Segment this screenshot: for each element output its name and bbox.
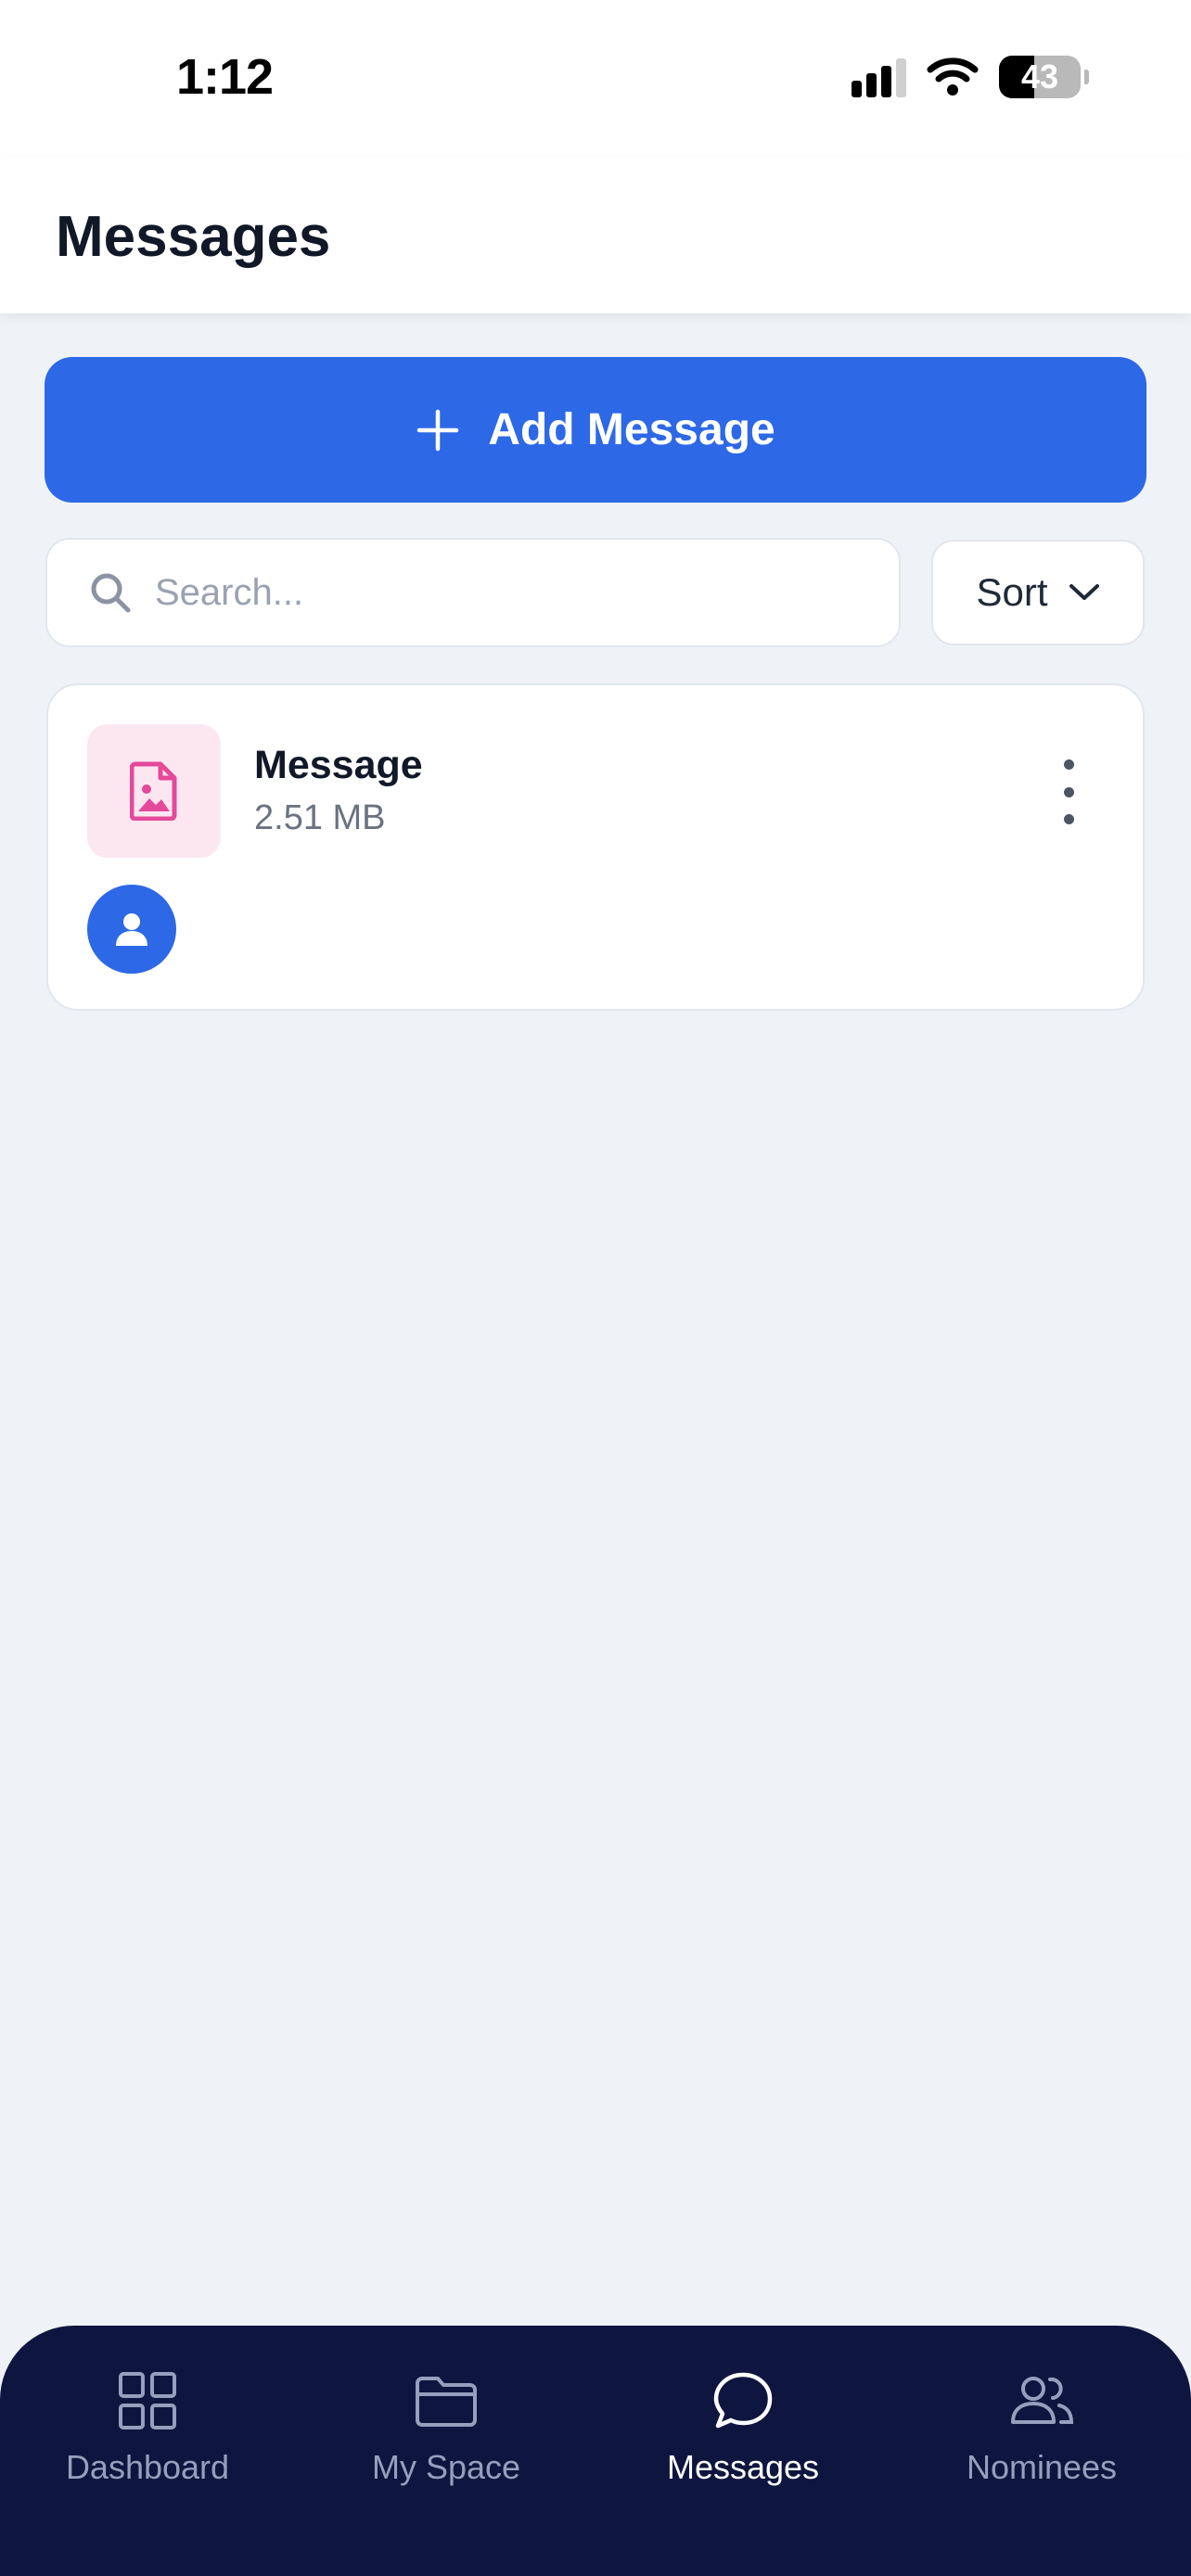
add-message-label: Add Message [488, 405, 775, 454]
add-message-button[interactable]: Add Message [45, 357, 1146, 503]
tab-nominees-label: Nominees [966, 2448, 1118, 2486]
chevron-down-icon [1069, 584, 1099, 600]
tab-messages[interactable]: Messages [613, 2370, 873, 2487]
status-bar: 1:12 43 [0, 0, 1191, 158]
status-icons: 43 [852, 56, 1089, 98]
file-tile [87, 724, 221, 858]
plus-icon [417, 409, 459, 451]
folder-icon [416, 2377, 477, 2427]
tab-my-space[interactable]: My Space [316, 2370, 576, 2487]
tab-dashboard-label: Dashboard [65, 2448, 230, 2486]
message-name: Message [254, 743, 423, 787]
image-file-icon [130, 761, 177, 821]
tab-my-space-label: My Space [371, 2448, 521, 2486]
chat-bubble-icon [713, 2372, 773, 2429]
message-card[interactable]: Message 2.51 MB [46, 683, 1145, 1011]
search-box[interactable] [45, 538, 901, 647]
wifi-icon [927, 57, 979, 96]
bottom-tab-bar: Dashboard My Space Messages Nominees [0, 2326, 1191, 2576]
user-icon [116, 913, 147, 946]
tab-dashboard[interactable]: Dashboard [18, 2370, 277, 2487]
sort-label: Sort [976, 570, 1048, 614]
users-icon [1011, 2377, 1074, 2424]
search-icon [91, 573, 131, 613]
status-time: 1:12 [176, 49, 274, 105]
avatar [87, 885, 176, 974]
grid-icon [119, 2372, 176, 2429]
search-input[interactable] [155, 571, 860, 614]
sort-button[interactable]: Sort [931, 540, 1145, 645]
battery-icon: 43 [999, 56, 1081, 98]
more-options-icon[interactable] [1050, 759, 1087, 824]
tab-nominees[interactable]: Nominees [912, 2370, 1172, 2487]
battery-level: 43 [1020, 57, 1059, 96]
header: Messages [0, 158, 1191, 313]
page-title: Messages [56, 205, 331, 269]
tab-messages-label: Messages [666, 2448, 820, 2486]
cellular-signal-icon [852, 57, 906, 97]
battery-tip [1084, 70, 1089, 84]
message-size: 2.51 MB [254, 798, 386, 837]
